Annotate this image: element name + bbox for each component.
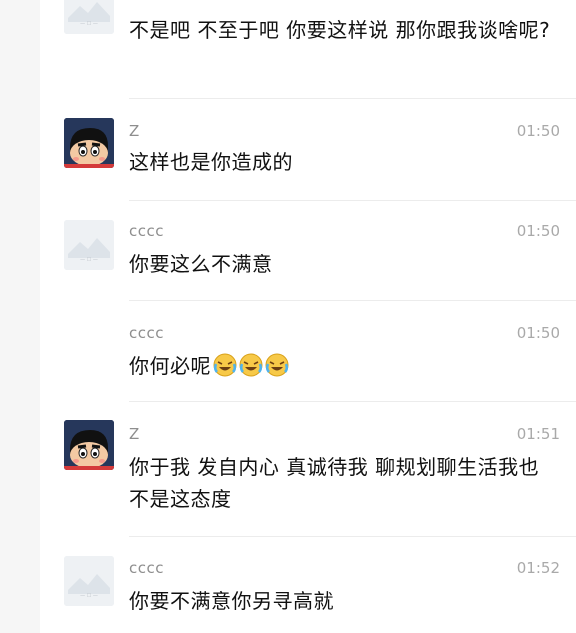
landscape-placeholder-icon: [64, 0, 114, 34]
message-text: 不是吧 不至于吧 你要这样说 那你跟我谈啥呢?: [129, 18, 551, 42]
message-text-content: 你何必呢: [129, 354, 211, 378]
message-time: 01:50: [516, 222, 560, 240]
chat-message: cccc 01:50 你何必呢: [40, 300, 576, 401]
message-time: 01:51: [516, 425, 560, 443]
placeholder-image-icon[interactable]: — ☐ —: [64, 556, 114, 606]
message-text: 你要这么不满意: [129, 252, 273, 276]
message-text: 你何必呢: [129, 350, 559, 382]
chat-message: Z 01:50 这样也是你造成的: [40, 98, 576, 200]
sender-name: cccc: [129, 222, 164, 240]
message-text: 你于我 发自内心 真诚待我 聊规划聊生活我也不是这态度: [129, 455, 540, 511]
crayon-shinchan-avatar[interactable]: [64, 420, 114, 470]
placeholder-caption: — ☐ —: [80, 21, 98, 27]
sender-name: cccc: [129, 559, 164, 577]
shinchan-face-icon: [64, 420, 114, 470]
chat-message: — ☐ — 不是吧 不至于吧 你要这样说 那你跟我谈啥呢?: [40, 0, 576, 96]
chat-message: — ☐ — cccc 01:50 你要这么不满意: [40, 200, 576, 300]
placeholder-image-icon[interactable]: — ☐ —: [64, 220, 114, 270]
placeholder-caption: — ☐ —: [80, 257, 98, 263]
chat-message: — ☐ — cccc 01:52 你要不满意你另寻高就: [40, 536, 576, 633]
placeholder-caption: — ☐ —: [80, 593, 98, 599]
chat-message: Z 01:51 你于我 发自内心 真诚待我 聊规划聊生活我也不是这态度: [40, 401, 576, 536]
laughing-crying-emoji: [213, 353, 237, 377]
laughing-crying-emoji: [265, 353, 289, 377]
sender-name: cccc: [129, 324, 164, 342]
shinchan-face-icon: [64, 118, 114, 168]
left-side-panel: [0, 0, 40, 633]
crayon-shinchan-avatar[interactable]: [64, 118, 114, 168]
message-time: 01:50: [516, 122, 560, 140]
message-text: 这样也是你造成的: [129, 150, 293, 174]
placeholder-image-icon[interactable]: — ☐ —: [64, 0, 114, 34]
message-time: 01:52: [516, 559, 560, 577]
message-text: 你要不满意你另寻高就: [129, 589, 334, 613]
sender-name: Z: [129, 425, 140, 443]
sender-name: Z: [129, 122, 140, 140]
message-time: 01:50: [516, 324, 560, 342]
chat-message-list[interactable]: — ☐ — 不是吧 不至于吧 你要这样说 那你跟我谈啥呢? Z 01:50 这样…: [40, 0, 576, 633]
laughing-crying-emoji: [239, 353, 263, 377]
